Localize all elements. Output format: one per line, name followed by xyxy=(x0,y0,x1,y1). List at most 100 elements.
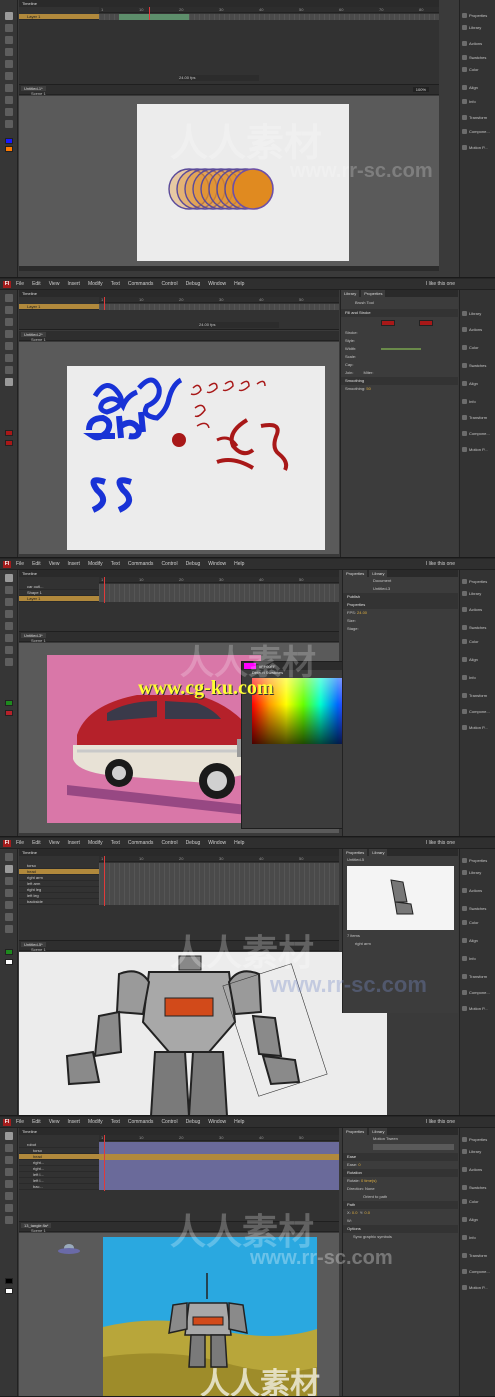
pen-tool-icon[interactable] xyxy=(5,622,13,630)
menu-modify[interactable]: Modify xyxy=(88,561,103,567)
tab-properties[interactable]: Properties xyxy=(343,570,368,577)
panel-motion-presets[interactable]: Motion P... xyxy=(462,142,494,152)
line-tool-icon[interactable] xyxy=(5,84,13,92)
tween-selected[interactable] xyxy=(99,1154,339,1160)
panel-motion-presets[interactable]: Motion P... xyxy=(462,1282,494,1292)
panel-library[interactable]: Library xyxy=(462,308,494,318)
layer-frames[interactable] xyxy=(99,584,339,602)
workspace-switcher[interactable]: I like this one xyxy=(426,561,455,567)
menu-file[interactable]: File xyxy=(16,561,24,567)
menu-view[interactable]: View xyxy=(49,281,60,287)
panel-swatches[interactable]: Swatches xyxy=(462,52,494,62)
brush-tool-icon[interactable] xyxy=(5,120,13,128)
menu-control[interactable]: Control xyxy=(161,281,177,287)
panel-components[interactable]: Compone... xyxy=(462,706,494,716)
menu-control[interactable]: Control xyxy=(161,1119,177,1125)
section-options[interactable]: Options xyxy=(343,1225,458,1233)
menu-commands[interactable]: Commands xyxy=(128,281,154,287)
subselection-tool-icon[interactable] xyxy=(5,24,13,32)
panel-color[interactable]: Color xyxy=(462,636,494,646)
free-transform-icon[interactable] xyxy=(5,598,13,606)
panel-align[interactable]: Align xyxy=(462,935,494,945)
panel-actions[interactable]: Actions xyxy=(462,604,494,614)
menu-window[interactable]: Window xyxy=(208,1119,226,1125)
swatch-hex[interactable]: #FF00FF xyxy=(259,664,275,669)
menu-help[interactable]: Help xyxy=(234,1119,244,1125)
layer-row[interactable]: Layer 1 xyxy=(19,304,99,310)
menu-commands[interactable]: Commands xyxy=(128,840,154,846)
fill-color-swatch[interactable] xyxy=(5,1288,13,1294)
instance-name-field[interactable] xyxy=(373,1144,454,1150)
stroke-color-swatch[interactable] xyxy=(5,1278,13,1284)
menu-help[interactable]: Help xyxy=(234,281,244,287)
subselection-tool-icon[interactable] xyxy=(5,1144,13,1152)
menu-debug[interactable]: Debug xyxy=(186,561,201,567)
menu-modify[interactable]: Modify xyxy=(88,840,103,846)
menu-file[interactable]: File xyxy=(16,281,24,287)
menu-text[interactable]: Text xyxy=(111,561,120,567)
lasso-icon[interactable] xyxy=(5,877,13,885)
menu-text[interactable]: Text xyxy=(111,1119,120,1125)
subselection-tool-icon[interactable] xyxy=(5,306,13,314)
text-tool-icon[interactable] xyxy=(5,634,13,642)
menu-insert[interactable]: Insert xyxy=(67,840,80,846)
tween-span[interactable] xyxy=(119,14,189,20)
free-transform-icon[interactable] xyxy=(5,865,13,873)
menu-commands[interactable]: Commands xyxy=(128,1119,154,1125)
layer-frames[interactable] xyxy=(99,863,339,905)
rotate-value[interactable]: 0 time(s) xyxy=(361,1178,377,1183)
section-path[interactable]: Path xyxy=(343,1201,458,1209)
panel-components[interactable]: Compone... xyxy=(462,987,494,997)
section-ease[interactable]: Ease xyxy=(343,1153,458,1161)
fps-value[interactable]: 24.00 xyxy=(357,610,367,615)
panel-properties[interactable]: Properties xyxy=(462,855,494,865)
panel-info[interactable]: Info xyxy=(462,96,494,106)
panel-library[interactable]: Library xyxy=(462,588,494,598)
panel-info[interactable]: Info xyxy=(462,396,494,406)
layer-frames[interactable] xyxy=(99,304,339,310)
menu-debug[interactable]: Debug xyxy=(186,1119,201,1125)
fill-color-swatch[interactable] xyxy=(5,440,13,446)
x-value[interactable]: 0.0 xyxy=(352,1210,358,1215)
brush-tool-icon[interactable] xyxy=(5,658,13,666)
text-tool-icon[interactable] xyxy=(5,901,13,909)
stroke-color-chip[interactable] xyxy=(381,320,395,326)
playhead[interactable] xyxy=(104,856,105,906)
menu-debug[interactable]: Debug xyxy=(186,281,201,287)
selection-tool-icon[interactable] xyxy=(5,12,13,20)
text-tool-icon[interactable] xyxy=(5,72,13,80)
library-item[interactable]: right arm xyxy=(343,940,458,948)
panel-motion-presets[interactable]: Motion P... xyxy=(462,1003,494,1013)
menu-debug[interactable]: Debug xyxy=(186,840,201,846)
direction-value[interactable]: None xyxy=(365,1186,375,1191)
panel-align[interactable]: Align xyxy=(462,654,494,664)
panel-info[interactable]: Info xyxy=(462,672,494,682)
workspace-switcher[interactable]: I like this one xyxy=(426,1119,455,1125)
panel-transform[interactable]: Transform xyxy=(462,1250,494,1260)
panel-properties[interactable]: Properties xyxy=(462,1134,494,1144)
panel-actions[interactable]: Actions xyxy=(462,885,494,895)
tween-frames[interactable] xyxy=(99,1142,339,1190)
tab-properties[interactable]: Properties xyxy=(361,290,386,297)
panel-actions[interactable]: Actions xyxy=(462,1164,494,1174)
fill-color-swatch[interactable] xyxy=(5,710,13,716)
panel-align[interactable]: Align xyxy=(462,378,494,388)
stroke-color-swatch[interactable] xyxy=(5,430,13,436)
menu-help[interactable]: Help xyxy=(234,561,244,567)
line-tool-icon[interactable] xyxy=(5,646,13,654)
section-fill-stroke[interactable]: Fill and Stroke xyxy=(341,309,458,317)
menu-file[interactable]: File xyxy=(16,1119,24,1125)
zoom-field[interactable]: 100% xyxy=(412,87,429,92)
menu-file[interactable]: File xyxy=(16,840,24,846)
menu-insert[interactable]: Insert xyxy=(67,561,80,567)
pen-tool-icon[interactable] xyxy=(5,342,13,350)
fill-color-swatch[interactable] xyxy=(5,959,13,965)
horizontal-scrollbar[interactable] xyxy=(19,266,439,271)
panel-components[interactable]: Compone... xyxy=(462,126,494,136)
panel-swatches[interactable]: Swatches xyxy=(462,622,494,632)
panel-swatches[interactable]: Swatches xyxy=(462,360,494,370)
panel-color[interactable]: Color xyxy=(462,64,494,74)
selection-tool-icon[interactable] xyxy=(5,294,13,302)
panel-transform[interactable]: Transform xyxy=(462,412,494,422)
menu-text[interactable]: Text xyxy=(111,281,120,287)
